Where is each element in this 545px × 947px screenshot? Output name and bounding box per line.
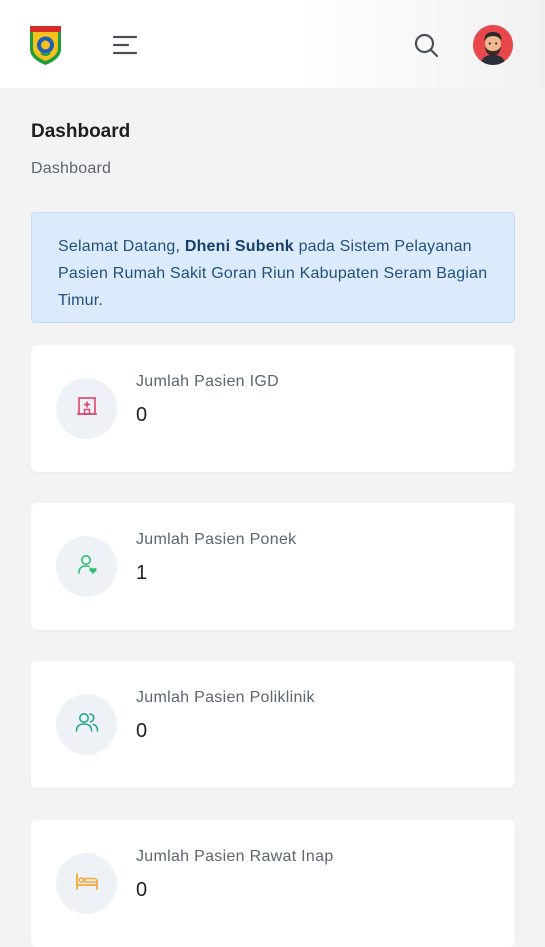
bed-icon	[75, 871, 99, 896]
stat-icon-container	[56, 853, 117, 914]
page-title: Dashboard	[31, 121, 131, 142]
stat-icon-container	[56, 694, 117, 755]
stat-icon-container	[56, 378, 117, 439]
stat-card-rawat-inap[interactable]: Jumlah Pasien Rawat Inap 0	[31, 820, 515, 947]
regency-emblem-icon[interactable]	[29, 25, 62, 66]
stat-label: Jumlah Pasien Poliklinik	[136, 689, 315, 706]
welcome-prefix: Selamat Datang,	[58, 238, 185, 255]
stat-value: 0	[136, 720, 148, 742]
stat-value: 0	[136, 404, 148, 426]
top-bar	[0, 0, 545, 88]
hospital-icon	[76, 395, 98, 422]
welcome-alert: Selamat Datang, Dheni Subenk pada Sistem…	[31, 212, 515, 323]
search-icon[interactable]	[412, 31, 440, 59]
user-heart-icon	[76, 553, 98, 580]
breadcrumb[interactable]: Dashboard	[31, 160, 111, 178]
stat-value: 1	[136, 562, 148, 584]
stat-label: Jumlah Pasien Rawat Inap	[136, 848, 334, 865]
user-avatar-icon[interactable]	[473, 25, 513, 65]
hamburger-menu-icon[interactable]	[112, 33, 140, 57]
stat-card-ponek[interactable]: Jumlah Pasien Ponek 1	[31, 503, 515, 630]
stat-label: Jumlah Pasien IGD	[136, 373, 279, 390]
stat-icon-container	[56, 536, 117, 597]
welcome-user-name: Dheni Subenk	[184, 238, 294, 255]
users-icon	[75, 711, 99, 738]
stat-card-poliklinik[interactable]: Jumlah Pasien Poliklinik 0	[31, 661, 515, 788]
stat-value: 0	[136, 879, 148, 901]
stat-card-igd[interactable]: Jumlah Pasien IGD 0	[31, 345, 515, 472]
stat-label: Jumlah Pasien Ponek	[136, 531, 297, 548]
